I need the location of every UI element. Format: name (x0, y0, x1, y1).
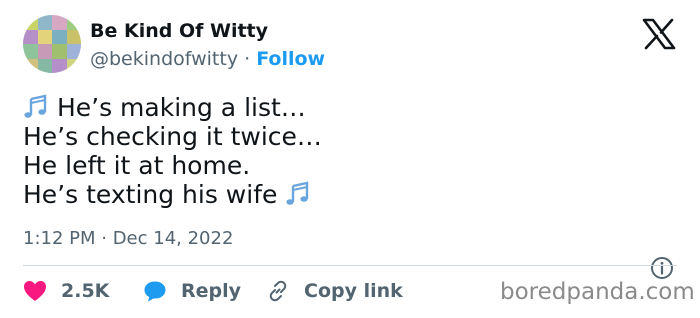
tweet-line-1-text: He’s making a list… (56, 93, 306, 122)
speech-bubble-icon (144, 281, 166, 302)
x-logo-icon[interactable] (641, 18, 677, 50)
copy-link-label: Copy link (304, 280, 403, 302)
avatar[interactable] (23, 15, 81, 73)
tweet-line-2: He’s checking it twice… (23, 122, 322, 151)
follow-button[interactable]: Follow (256, 48, 325, 70)
tweet-card: Be Kind Of Witty @bekindofwitty · Follow… (0, 0, 700, 318)
like-button[interactable]: 2.5K (23, 278, 109, 304)
like-count: 2.5K (61, 280, 110, 302)
author-handle[interactable]: @bekindofwitty (90, 48, 238, 70)
separator-dot: · (244, 48, 251, 70)
reply-button[interactable]: Reply (143, 278, 241, 304)
divider (23, 265, 677, 266)
watermark: boredpanda.com (500, 279, 695, 305)
musical-notes-icon (24, 94, 47, 118)
tweet-line-1: He’s making a list… (23, 93, 643, 122)
author-display-name[interactable]: Be Kind Of Witty (90, 20, 268, 42)
tweet-line-4-text: He’s texting his wife (23, 180, 278, 209)
musical-notes-icon (286, 181, 309, 205)
reply-label: Reply (181, 280, 242, 302)
copy-link-button[interactable]: Copy link (266, 278, 403, 304)
tweet-text: He’s making a list… He’s checking it twi… (23, 93, 643, 209)
heart-icon (24, 281, 46, 301)
tweet-line-4: He’s texting his wife (23, 180, 643, 209)
tweet-line-3: He left it at home. (23, 151, 251, 180)
link-icon (269, 280, 287, 302)
tweet-timestamp[interactable]: 1:12 PM · Dec 14, 2022 (23, 228, 233, 249)
info-icon[interactable] (650, 256, 674, 280)
author-handle-line: @bekindofwitty · Follow (90, 48, 325, 70)
